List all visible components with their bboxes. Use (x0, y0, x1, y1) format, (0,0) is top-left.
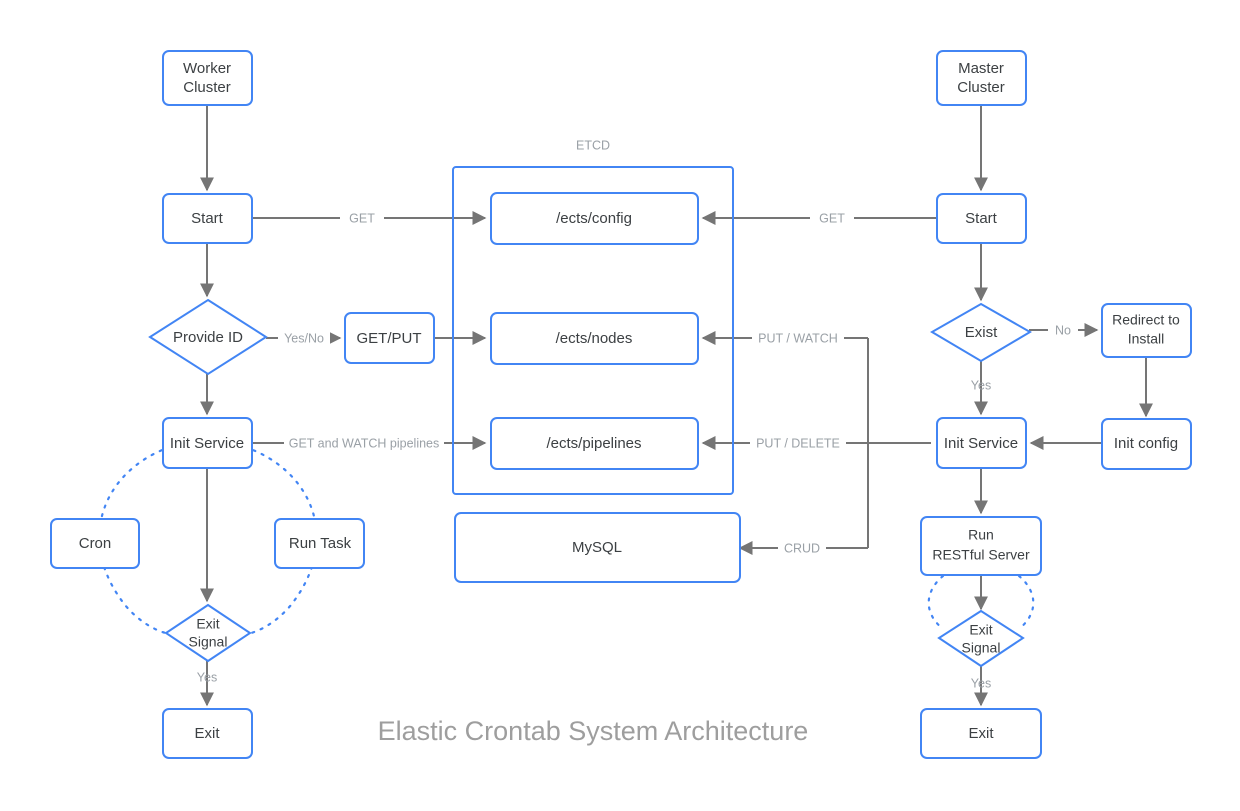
node-master-cluster-label-line2: Cluster (957, 79, 1005, 96)
node-master-exit-signal-shape[interactable] (937, 609, 1025, 668)
edge-label-master-yes: Yes (971, 676, 991, 690)
edge-label-get-and-watch-pipelines: GET and WATCH pipelines (289, 436, 440, 450)
edge-label-exist-yes: Yes (971, 378, 991, 392)
node-ects-pipelines[interactable]: /ects/pipelines (490, 417, 699, 470)
edge-label-get-master: GET (819, 211, 845, 225)
node-get-put-label: GET/PUT (356, 330, 421, 347)
node-provide-id[interactable]: Provide ID (148, 298, 268, 376)
diagram-canvas: GET Yes/No GET and WATCH pipelines Yes G… (0, 0, 1240, 811)
node-redirect-to-install-label-line2: Install (1128, 331, 1165, 347)
node-run-restful-server[interactable]: Run RESTful Server (920, 516, 1042, 576)
architecture-flowchart: GET Yes/No GET and WATCH pipelines Yes G… (50, 50, 1192, 759)
node-master-exit-signal-label-line1: Exit (969, 622, 992, 638)
node-worker-cluster-label-line1: Worker (183, 60, 231, 77)
page-title: Elastic Crontab System Architecture (378, 716, 809, 746)
node-ects-config-label: /ects/config (556, 210, 632, 227)
node-cron-label: Cron (79, 535, 112, 552)
edge-label-yes-no: Yes/No (284, 331, 324, 345)
node-worker-start[interactable]: Start (162, 193, 253, 244)
node-provide-id-label: Provide ID (173, 329, 243, 346)
node-cron[interactable]: Cron (50, 518, 140, 569)
edge-label-put-delete: PUT / DELETE (756, 436, 840, 450)
node-worker-exit-signal-label-line1: Exit (196, 616, 219, 632)
node-get-put[interactable]: GET/PUT (344, 312, 435, 364)
node-worker-exit[interactable]: Exit (162, 708, 253, 759)
node-mysql[interactable]: MySQL (454, 512, 741, 583)
node-master-exit-label: Exit (968, 725, 994, 742)
node-master-exit-signal[interactable]: Exit Signal (937, 609, 1025, 668)
node-worker-init-service[interactable]: Init Service (162, 417, 253, 469)
node-master-cluster[interactable]: Master Cluster (936, 50, 1027, 106)
node-master-init-service[interactable]: Init Service (936, 417, 1027, 469)
node-init-config[interactable]: Init config (1101, 418, 1192, 470)
node-worker-start-label: Start (191, 210, 224, 227)
node-master-exit-signal-label-line2: Signal (962, 640, 1001, 656)
edge-label-no: No (1055, 323, 1071, 337)
node-ects-nodes[interactable]: /ects/nodes (490, 312, 699, 365)
node-master-exit[interactable]: Exit (920, 708, 1042, 759)
node-ects-config[interactable]: /ects/config (490, 192, 699, 245)
node-master-start-label: Start (965, 210, 998, 227)
node-ects-pipelines-label: /ects/pipelines (546, 435, 641, 452)
node-master-cluster-label-line1: Master (958, 60, 1004, 77)
node-worker-exit-signal[interactable]: Exit Signal (164, 603, 252, 663)
node-worker-init-service-label: Init Service (170, 435, 244, 452)
node-worker-exit-label: Exit (194, 725, 220, 742)
node-worker-exit-signal-label-line2: Signal (189, 634, 228, 650)
node-run-restful-server-label-line2: RESTful Server (932, 547, 1030, 563)
edge-label-worker-yes: Yes (197, 670, 217, 684)
group-label-etcd: ETCD (576, 138, 610, 152)
node-run-task-label: Run Task (289, 535, 352, 552)
node-worker-cluster-label-line2: Cluster (183, 79, 231, 96)
node-ects-nodes-label: /ects/nodes (556, 330, 633, 347)
node-redirect-to-install-label-line1: Redirect to (1112, 312, 1180, 328)
node-exist[interactable]: Exist (930, 302, 1032, 363)
node-master-init-service-label: Init Service (944, 435, 1018, 452)
node-run-task[interactable]: Run Task (274, 518, 365, 569)
node-worker-cluster[interactable]: Worker Cluster (162, 50, 253, 106)
edge-label-put-watch: PUT / WATCH (758, 331, 838, 345)
edge-label-crud: CRUD (784, 541, 820, 555)
node-init-config-label: Init config (1114, 435, 1178, 452)
node-master-start[interactable]: Start (936, 193, 1027, 244)
node-redirect-to-install[interactable]: Redirect to Install (1101, 303, 1192, 358)
node-exist-label: Exist (965, 324, 998, 341)
edge-master-right-dotted-loop (1017, 574, 1035, 631)
node-mysql-label: MySQL (572, 539, 622, 556)
edge-label-get-worker: GET (349, 211, 375, 225)
edge-master-left-dotted-loop (927, 574, 945, 631)
node-run-restful-server-label-line1: Run (968, 527, 994, 543)
nodes-layer: Worker Cluster Start Provide ID GET/PUT … (50, 50, 1192, 759)
